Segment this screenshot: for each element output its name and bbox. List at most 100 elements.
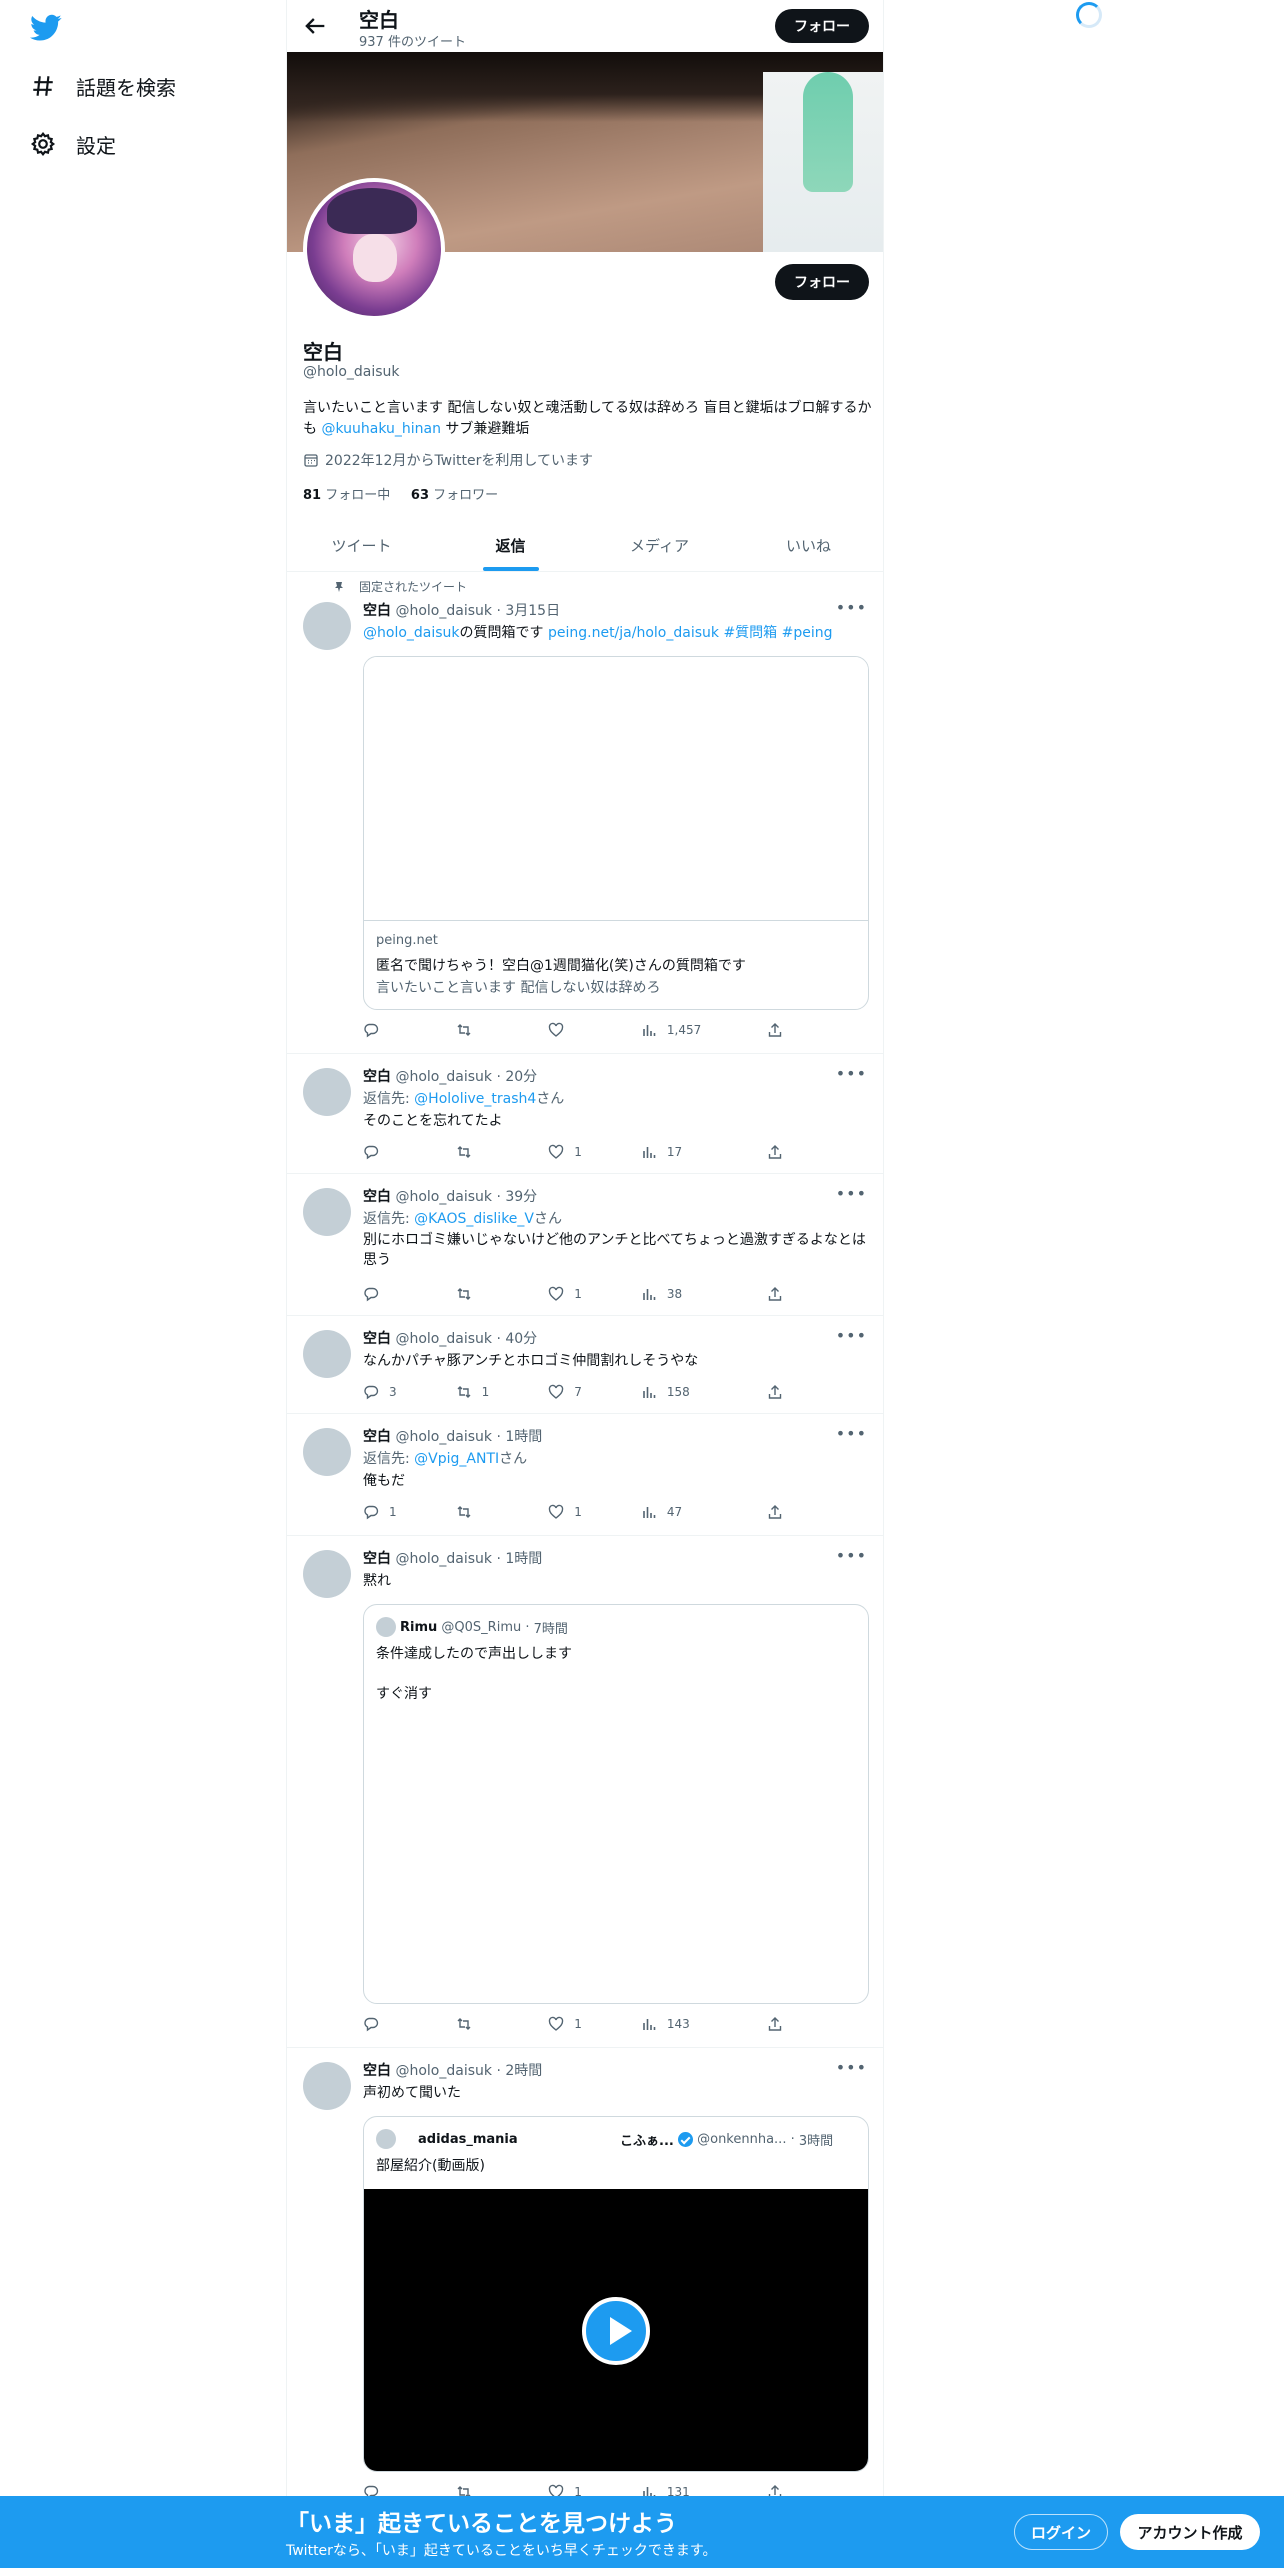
tweet-avatar[interactable] bbox=[303, 1068, 351, 1116]
tweet-author-name[interactable]: 空白 bbox=[363, 1069, 391, 1085]
back-arrow-icon[interactable] bbox=[301, 12, 329, 40]
hashtag-link[interactable]: #peing bbox=[782, 625, 833, 641]
reply-button[interactable]: 1 bbox=[363, 1504, 456, 1520]
retweet-button[interactable] bbox=[456, 1144, 549, 1160]
tweet-reply[interactable]: 空白 @holo_daisuk · 20分 ••• 返信先: @Hololive… bbox=[287, 1054, 883, 1174]
signup-button[interactable]: アカウント作成 bbox=[1120, 2514, 1260, 2550]
like-button[interactable]: 7 bbox=[548, 1384, 641, 1400]
header-follow-button[interactable]: フォロー bbox=[775, 9, 869, 43]
reply-button[interactable] bbox=[363, 1286, 456, 1302]
reply-to-link[interactable]: @Vpig_ANTI bbox=[414, 1451, 499, 1467]
play-button-icon[interactable] bbox=[582, 2297, 650, 2365]
bio-mention-link[interactable]: @kuuhaku_hinan bbox=[321, 421, 441, 437]
retweet-button[interactable] bbox=[456, 2016, 549, 2032]
views-button[interactable]: 143 bbox=[641, 2016, 767, 2032]
tab-media[interactable]: メディア bbox=[585, 520, 734, 571]
tweet-avatar[interactable] bbox=[303, 1188, 351, 1236]
like-button[interactable]: 1 bbox=[548, 1286, 641, 1302]
retweet-button[interactable] bbox=[456, 1022, 549, 1038]
tweet-author-handle[interactable]: @holo_daisuk bbox=[395, 1069, 492, 1085]
tweet-author-name[interactable]: 空白 bbox=[363, 2063, 391, 2079]
like-button[interactable]: 1 bbox=[548, 1504, 641, 1520]
share-button[interactable] bbox=[767, 2016, 783, 2032]
tweet[interactable]: 空白 @holo_daisuk · 40分 ••• なんかパチャ豚アンチとホロゴ… bbox=[287, 1316, 883, 1414]
tweet-avatar[interactable] bbox=[303, 1330, 351, 1378]
tweet-author-handle[interactable]: @holo_daisuk bbox=[395, 1551, 492, 1567]
quote-tweet[interactable]: Rimu @Q0S_Rimu · 7時間 条件達成したので声出しします すぐ消す bbox=[363, 1604, 869, 2004]
retweet-button[interactable]: 1 bbox=[456, 1384, 549, 1400]
more-options-icon[interactable]: ••• bbox=[836, 1326, 867, 1345]
reply-button[interactable]: 3 bbox=[363, 1384, 456, 1400]
share-button[interactable] bbox=[767, 1504, 783, 1520]
more-options-icon[interactable]: ••• bbox=[836, 1184, 867, 1203]
reply-to-link[interactable]: @KAOS_dislike_V bbox=[414, 1211, 534, 1227]
tweet-time[interactable]: 1時間 bbox=[505, 1551, 542, 1567]
tab-tweets[interactable]: ツイート bbox=[287, 520, 436, 571]
views-button[interactable]: 17 bbox=[641, 1144, 767, 1160]
more-options-icon[interactable]: ••• bbox=[836, 1064, 867, 1083]
tweet-avatar[interactable] bbox=[303, 2062, 351, 2110]
tab-likes[interactable]: いいね bbox=[734, 520, 883, 571]
tweet-author-name[interactable]: 空白 bbox=[363, 603, 391, 619]
tweet-time[interactable]: 1時間 bbox=[505, 1429, 542, 1445]
like-button[interactable] bbox=[548, 1022, 641, 1038]
tweet-pinned[interactable]: 固定されたツイート 空白 @holo_daisuk · 3月15日 ••• @h… bbox=[287, 572, 883, 1054]
reply-button[interactable] bbox=[363, 1144, 456, 1160]
reply-to-link[interactable]: @Hololive_trash4 bbox=[414, 1091, 536, 1107]
tweet-with-video-quote[interactable]: 空白 @holo_daisuk · 2時間 ••• 声初めて聞いた adidas… bbox=[287, 2048, 883, 2508]
twitter-logo-icon[interactable] bbox=[30, 14, 62, 42]
views-button[interactable]: 47 bbox=[641, 1504, 767, 1520]
like-button[interactable]: 1 bbox=[548, 2016, 641, 2032]
share-button[interactable] bbox=[767, 1144, 783, 1160]
share-button[interactable] bbox=[767, 1286, 783, 1302]
tweet-avatar[interactable] bbox=[303, 602, 351, 650]
reply-button[interactable] bbox=[363, 2016, 456, 2032]
tweet-author-handle[interactable]: @holo_daisuk bbox=[395, 603, 492, 619]
more-options-icon[interactable]: ••• bbox=[836, 2058, 867, 2077]
views-button[interactable]: 38 bbox=[641, 1286, 767, 1302]
more-options-icon[interactable]: ••• bbox=[836, 1546, 867, 1565]
tweet-avatar[interactable] bbox=[303, 1428, 351, 1476]
tweet-author-name[interactable]: 空白 bbox=[363, 1551, 391, 1567]
tweet-time[interactable]: 2時間 bbox=[505, 2063, 542, 2079]
link-card[interactable]: peing.net 匿名で聞けちゃう！空白@1週間猫化(笑)さんの質問箱です 言… bbox=[363, 656, 869, 1010]
reply-button[interactable] bbox=[363, 1022, 456, 1038]
views-button[interactable]: 158 bbox=[641, 1384, 767, 1400]
tweet-author-handle[interactable]: @holo_daisuk bbox=[395, 1331, 492, 1347]
share-button[interactable] bbox=[767, 1022, 783, 1038]
share-button[interactable] bbox=[767, 1384, 783, 1400]
more-options-icon[interactable]: ••• bbox=[836, 598, 867, 617]
tweet-time[interactable]: 3月15日 bbox=[505, 603, 560, 619]
like-button[interactable]: 1 bbox=[548, 1144, 641, 1160]
followers-stat[interactable]: 63 フォロワー bbox=[411, 488, 498, 503]
tweet-reply[interactable]: 空白 @holo_daisuk · 1時間 ••• 返信先: @Vpig_ANT… bbox=[287, 1414, 883, 1536]
profile-avatar[interactable] bbox=[303, 178, 445, 320]
tweet-author-name[interactable]: 空白 bbox=[363, 1331, 391, 1347]
retweet-button[interactable] bbox=[456, 1286, 549, 1302]
nav-item-explore[interactable]: 話題を検索 bbox=[30, 66, 176, 106]
video-player[interactable] bbox=[364, 2189, 868, 2471]
tweet-reply[interactable]: 空白 @holo_daisuk · 39分 ••• 返信先: @KAOS_dis… bbox=[287, 1174, 883, 1316]
tweet-author-handle[interactable]: @holo_daisuk bbox=[395, 2063, 492, 2079]
tweet-with-quote[interactable]: 空白 @holo_daisuk · 1時間 ••• 黙れ Rimu @Q0S_R… bbox=[287, 1536, 883, 2048]
retweet-button[interactable] bbox=[456, 1504, 549, 1520]
login-button[interactable]: ログイン bbox=[1014, 2514, 1108, 2550]
nav-item-settings[interactable]: 設定 bbox=[30, 124, 116, 164]
tweet-time[interactable]: 40分 bbox=[505, 1331, 537, 1347]
tweet-time[interactable]: 39分 bbox=[505, 1189, 537, 1205]
tweet-mention-link[interactable]: @holo_daisuk bbox=[363, 625, 460, 641]
tab-replies[interactable]: 返信 bbox=[436, 520, 585, 571]
tweet-url-link[interactable]: peing.net/ja/holo_daisuk bbox=[548, 625, 719, 641]
views-button[interactable]: 1,457 bbox=[641, 1022, 767, 1038]
tweet-author-handle[interactable]: @holo_daisuk bbox=[395, 1189, 492, 1205]
more-options-icon[interactable]: ••• bbox=[836, 1424, 867, 1443]
following-stat[interactable]: 81 フォロー中 bbox=[303, 488, 390, 503]
tweet-time[interactable]: 20分 bbox=[505, 1069, 537, 1085]
quote-tweet[interactable]: adidas_mania こふぁ... @onkennha... · 3時間 部… bbox=[363, 2116, 869, 2472]
hashtag-link[interactable]: #質問箱 bbox=[723, 625, 777, 641]
tweet-author-name[interactable]: 空白 bbox=[363, 1429, 391, 1445]
tweet-author-name[interactable]: 空白 bbox=[363, 1189, 391, 1205]
tweet-avatar[interactable] bbox=[303, 1550, 351, 1598]
tweet-author-handle[interactable]: @holo_daisuk bbox=[395, 1429, 492, 1445]
follow-button[interactable]: フォロー bbox=[775, 264, 869, 300]
